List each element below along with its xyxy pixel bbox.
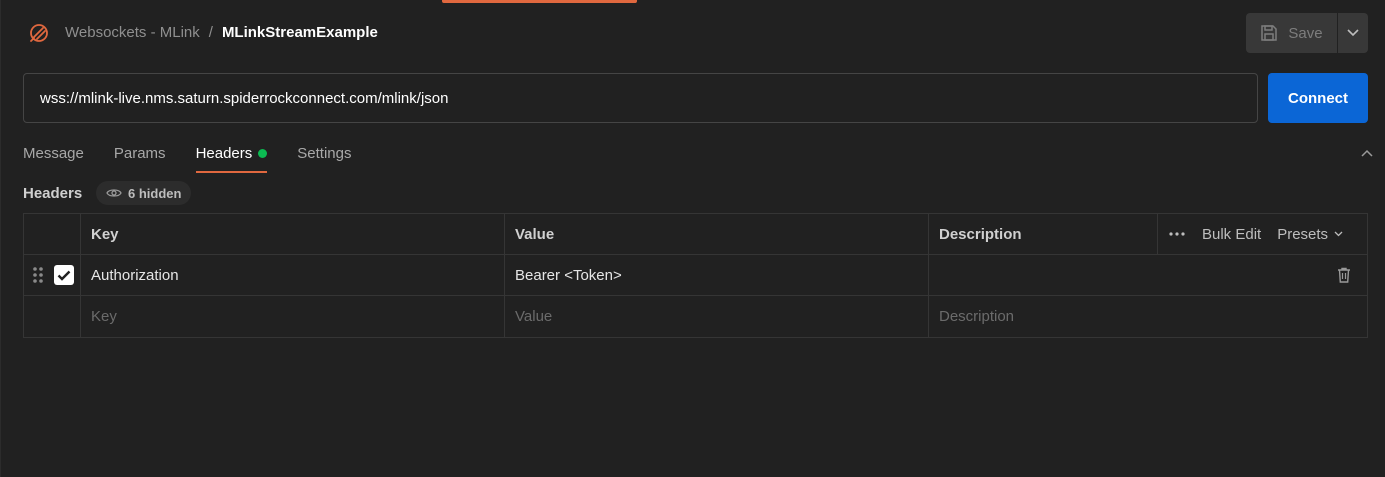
tab-headers-label: Headers (195, 144, 253, 162)
save-button-group: Save (1246, 13, 1368, 53)
presets-label: Presets (1277, 225, 1329, 243)
request-name[interactable]: MLinkStreamExample (222, 24, 378, 41)
tab-settings[interactable]: Settings (297, 133, 351, 173)
chevron-down-icon (1334, 231, 1343, 237)
drag-handle-icon[interactable] (32, 266, 44, 284)
table-actions: Bulk Edit Presets (1158, 214, 1367, 254)
column-value: Value (505, 214, 929, 254)
hidden-count: 6 hidden (128, 185, 182, 201)
header-value-field[interactable]: Bearer <Token> (505, 255, 929, 295)
eye-icon (106, 189, 122, 197)
tab-params[interactable]: Params (114, 133, 166, 173)
tab-message[interactable]: Message (23, 133, 84, 173)
connect-button[interactable]: Connect (1268, 73, 1368, 123)
floppy-disk-icon (1261, 25, 1278, 41)
table-row: Authorization Bearer <Token> (24, 255, 1367, 296)
new-key-input[interactable]: Key (81, 296, 505, 337)
tab-params-label: Params (113, 144, 166, 162)
new-row-spacer (24, 296, 81, 337)
bulk-edit-button[interactable]: Bulk Edit (1202, 226, 1261, 243)
header-spacer (24, 214, 81, 254)
chevron-up-icon[interactable] (1360, 146, 1374, 160)
url-input[interactable]: wss://mlink-live.nms.saturn.spiderrockco… (23, 73, 1258, 123)
save-label: Save (1288, 24, 1323, 42)
websocket-request-panel: Websockets - MLink / MLinkStreamExample … (0, 0, 1385, 477)
row-enabled-checkbox[interactable] (54, 265, 74, 285)
request-header: Websockets - MLink / MLinkStreamExample … (1, 0, 1385, 66)
request-tabs: Message Params Headers Settings (23, 133, 381, 173)
column-description: Description (929, 214, 1158, 254)
new-value-input[interactable]: Value (505, 296, 929, 337)
trash-icon[interactable] (1337, 267, 1351, 283)
breadcrumb-separator: / (208, 24, 213, 41)
websocket-icon (30, 24, 48, 42)
more-options-icon[interactable] (1168, 232, 1186, 236)
new-description-input[interactable]: Description (929, 296, 1367, 337)
url-value: wss://mlink-live.nms.saturn.spiderrockco… (40, 89, 449, 107)
headers-active-indicator (258, 148, 268, 158)
row-controls (24, 255, 81, 295)
header-description-field[interactable] (929, 255, 1367, 295)
breadcrumb-collection[interactable]: Websockets - MLink (65, 24, 200, 41)
hidden-headers-toggle[interactable]: 6 hidden (96, 181, 192, 205)
tab-settings-label: Settings (297, 144, 352, 162)
save-button[interactable]: Save (1246, 13, 1338, 53)
new-row: Key Value Description (24, 296, 1367, 337)
table-header-row: Key Value Description Bulk Edit Presets (24, 214, 1367, 255)
save-options-dropdown[interactable] (1338, 13, 1368, 53)
tab-headers[interactable]: Headers (195, 133, 268, 173)
headers-section-title: Headers (23, 185, 83, 202)
tab-message-label: Message (23, 144, 84, 162)
header-key-field[interactable]: Authorization (81, 255, 505, 295)
headers-table: Key Value Description Bulk Edit Presets (23, 213, 1368, 338)
presets-dropdown[interactable]: Presets (1277, 226, 1343, 243)
column-key: Key (81, 214, 505, 254)
checkmark-icon (57, 270, 71, 281)
breadcrumb: Websockets - MLink / MLinkStreamExample (65, 24, 378, 41)
chevron-down-icon (1347, 29, 1359, 37)
